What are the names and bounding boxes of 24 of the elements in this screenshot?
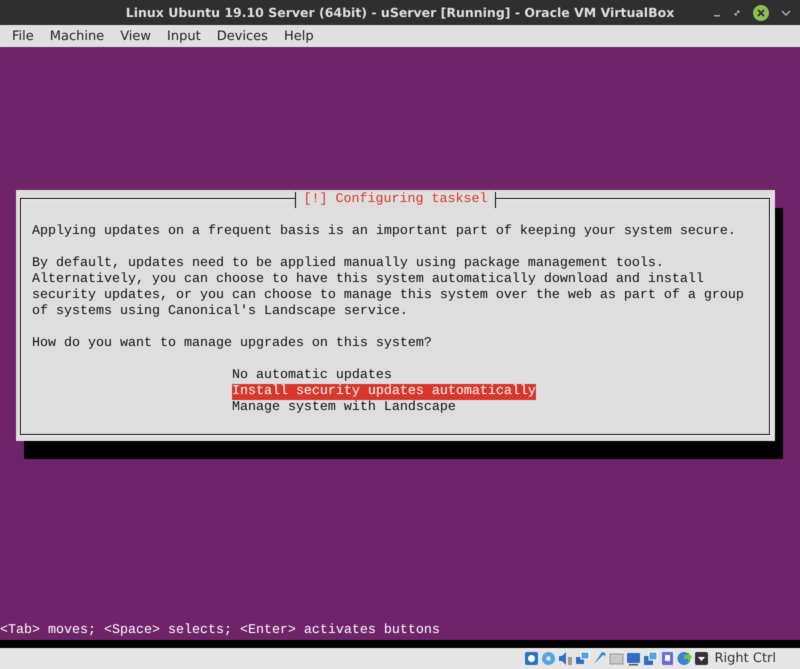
close-icon[interactable] xyxy=(752,4,770,22)
menu-item[interactable]: Input xyxy=(159,28,209,44)
cd-icon[interactable] xyxy=(540,651,556,666)
menu-option[interactable]: No automatic updates xyxy=(232,368,392,384)
windows-icon[interactable] xyxy=(642,651,658,666)
window-title: Linux Ubuntu 19.10 Server (64bit) - uServer [Running] - Oracle VM VirtualBox xyxy=(126,5,674,20)
dialog-text: How do you want to manage upgrades on this system? xyxy=(32,336,433,352)
host-key-label: Right Ctrl xyxy=(714,651,776,666)
chevron-down-icon[interactable] xyxy=(780,8,792,18)
menu-item[interactable]: Help xyxy=(276,28,322,44)
menu-item[interactable]: View xyxy=(112,28,160,44)
menu-option[interactable]: Install security updates automatically xyxy=(232,384,536,400)
dialog-text: Applying updates on a frequent basis is an important part of keeping your system secure. xyxy=(32,224,737,240)
console-hint: <Tab> moves; <Space> selects; <Enter> activates buttons xyxy=(0,623,441,640)
display-icon[interactable] xyxy=(626,651,640,666)
network-icon[interactable] xyxy=(574,651,590,666)
dialog-text: By default, updates need to be applied manually using package management tools. Alternatively, you can choose to have this system automatically download and install security updates, or you can choose to manage this system over the web as part of a group of systems using Canonical's Landscape service. xyxy=(32,256,745,320)
speaker-icon[interactable] xyxy=(558,651,572,666)
menu-item[interactable]: Machine xyxy=(42,28,112,44)
restore-icon[interactable] xyxy=(732,8,742,18)
dialog-title: [!] Configuring tasksel xyxy=(294,192,496,208)
menu-item[interactable]: File xyxy=(4,28,42,44)
menu-option[interactable]: Manage system with Landscape xyxy=(232,400,456,416)
menu-item[interactable]: Devices xyxy=(208,28,276,44)
